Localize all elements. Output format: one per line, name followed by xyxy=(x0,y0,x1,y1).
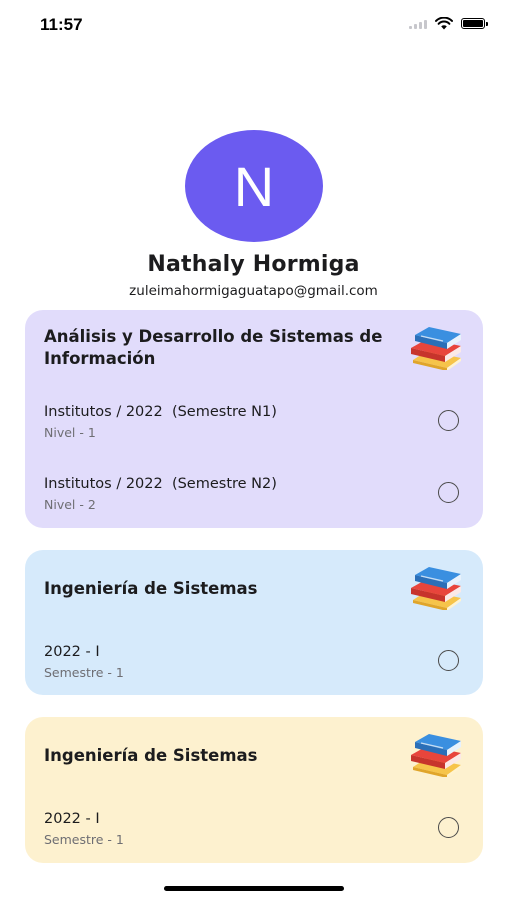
radio-button-icon[interactable] xyxy=(438,650,459,671)
option-title: 2022 - I xyxy=(44,644,100,660)
radio-button-icon[interactable] xyxy=(438,817,459,838)
card-title: Análisis y Desarrollo de Sistemas de Inf… xyxy=(44,327,383,368)
status-bar: 11:57 xyxy=(0,0,507,50)
course-option[interactable]: 2022 - I Semestre - 1 xyxy=(44,644,459,684)
books-icon xyxy=(407,731,465,777)
option-subtitle: Semestre - 1 xyxy=(44,832,124,847)
option-subtitle: Nivel - 2 xyxy=(44,497,96,512)
avatar-initial: N xyxy=(233,154,275,218)
status-time: 11:57 xyxy=(40,15,83,34)
option-subtitle: Nivel - 1 xyxy=(44,425,96,440)
option-title: Institutos / 2022 (Semestre N1) xyxy=(44,404,277,420)
option-title: 2022 - I xyxy=(44,811,100,827)
radio-button-icon[interactable] xyxy=(438,410,459,431)
card-title: Ingeniería de Sistemas xyxy=(44,579,258,598)
option-title: Institutos / 2022 (Semestre N2) xyxy=(44,476,277,492)
status-icons xyxy=(409,17,488,30)
course-option[interactable]: 2022 - I Semestre - 1 xyxy=(44,811,459,851)
cellular-signal-icon xyxy=(409,19,427,29)
option-subtitle: Semestre - 1 xyxy=(44,665,124,680)
program-card-2: Ingeniería de Sistemas 2022 - I Semestre… xyxy=(25,550,483,695)
home-indicator[interactable] xyxy=(164,886,344,891)
battery-icon xyxy=(461,18,488,29)
course-option[interactable]: Institutos / 2022 (Semestre N1) Nivel - … xyxy=(44,404,459,444)
course-option[interactable]: Institutos / 2022 (Semestre N2) Nivel - … xyxy=(44,476,459,516)
profile-email: zuleimahormigaguatapo@gmail.com xyxy=(129,283,378,299)
books-icon xyxy=(407,324,465,370)
program-card-1: Análisis y Desarrollo de Sistemas de Inf… xyxy=(25,310,483,528)
radio-button-icon[interactable] xyxy=(438,482,459,503)
wifi-icon xyxy=(435,17,453,30)
profile-name: Nathaly Hormiga xyxy=(147,252,360,277)
avatar[interactable]: N xyxy=(185,130,323,242)
card-title: Ingeniería de Sistemas xyxy=(44,746,258,765)
program-card-3: Ingeniería de Sistemas 2022 - I Semestre… xyxy=(25,717,483,863)
books-icon xyxy=(407,564,465,610)
